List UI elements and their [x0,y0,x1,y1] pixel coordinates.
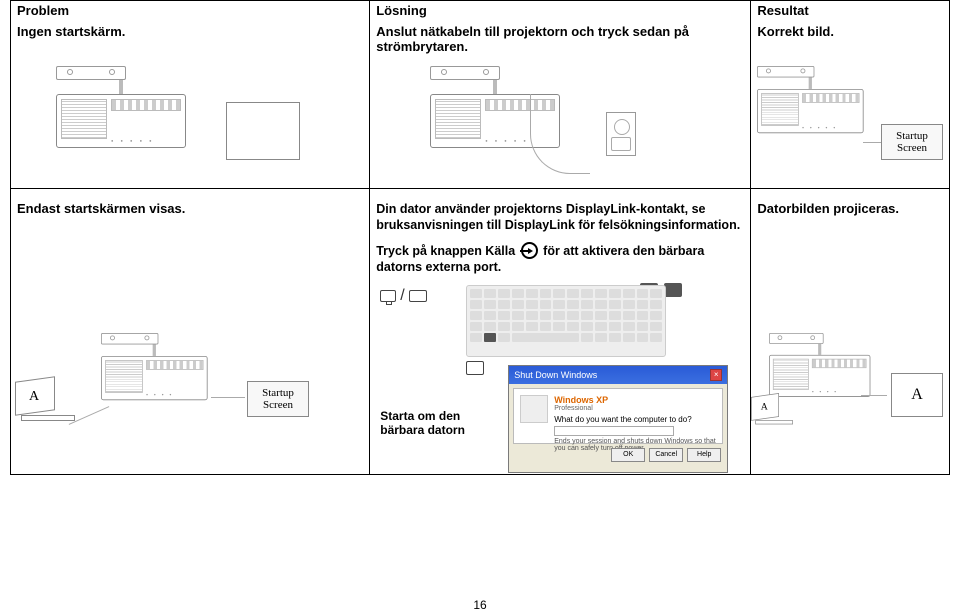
startup-screen-label: Startup Screen [881,124,943,160]
row1-problem: Ingen startskärm. [11,20,370,58]
row1-solution: Anslut nätkabeln till projektorn och try… [370,20,751,58]
row1-solution-figure: ● ● ● ● ● [370,58,751,188]
dialog-cancel-button: Cancel [649,448,683,462]
row1-result: Korrekt bild. [751,20,949,58]
laptop-icon [409,290,427,302]
windows-logo-icon [520,395,548,423]
power-cable-icon [530,94,590,174]
row2-problem: Endast startskärmen visas. [11,189,370,279]
dialog-title-text: Shut Down Windows [514,370,597,380]
dialog-question: What do you want the computer to do? [554,415,716,424]
laptop-letter: A [29,389,39,405]
dialog-help-button: Help [687,448,721,462]
row2-solution-line2: Tryck på knappen Källa för att aktivera … [376,242,744,276]
keyboard-icon [466,285,666,357]
row2-solution: Din dator använder projektorns DisplayLi… [370,189,751,279]
row2-text: Endast startskärmen visas. Din dator anv… [11,188,949,279]
troubleshooting-table: Problem Lösning Resultat Ingen startskär… [10,0,950,475]
row2-images: A ● ● ● ● Startup Screen / [11,279,949,474]
startup-screen-label-2: Startup Screen [247,381,309,417]
source-button-icon [521,242,538,259]
spacebar-hint-icon [466,361,484,375]
dialog-close-icon: × [710,369,722,381]
page-number: 16 [473,598,486,612]
slash-separator: / [400,287,404,305]
row2-result: Datorbilden projiceras. [751,189,949,279]
row1-result-figure: ● ● ● ● ● Startup Screen [751,58,949,188]
blank-screen-icon [226,102,300,160]
laptop-a-icon-2: A [751,395,800,426]
dialog-edition: Professional [554,405,716,412]
row2-result-figure: ● ● ● ● A A [751,279,949,474]
header-problem: Problem [11,1,370,20]
wall-outlet-icon [606,112,636,156]
row2-solution-figure: / Starta om den bärbara datorn Shut Do [370,279,751,474]
display-toggle-icons: / [380,287,426,305]
monitor-icon [380,290,396,302]
press-source-text-a: Tryck på knappen Källa [376,244,515,258]
projected-letter: A [911,386,923,404]
row1-problem-figure: ● ● ● ● ● [11,58,370,188]
dialog-brand: Windows XP [554,395,608,405]
header-result: Resultat [751,1,949,20]
laptop-a-icon: A [15,379,85,423]
projected-a-screen: A [891,373,943,417]
row2-solution-line1: Din dator använder projektorns DisplayLi… [376,201,744,234]
row2-problem-figure: A ● ● ● ● Startup Screen [11,279,370,474]
shutdown-dialog: Shut Down Windows × Windows XP Professio… [508,365,728,473]
laptop-letter-2: A [761,402,768,413]
row1-text: Ingen startskärm. Anslut nätkabeln till … [11,20,949,58]
dialog-ok-button: OK [611,448,645,462]
row1-images: ● ● ● ● ● ● ● ● ● ● ● ● ● ● ● Startup Sc… [11,58,949,188]
restart-caption: Starta om den bärbara datorn [380,409,490,438]
header-solution: Lösning [370,1,751,20]
table-header-row: Problem Lösning Resultat [11,0,949,20]
